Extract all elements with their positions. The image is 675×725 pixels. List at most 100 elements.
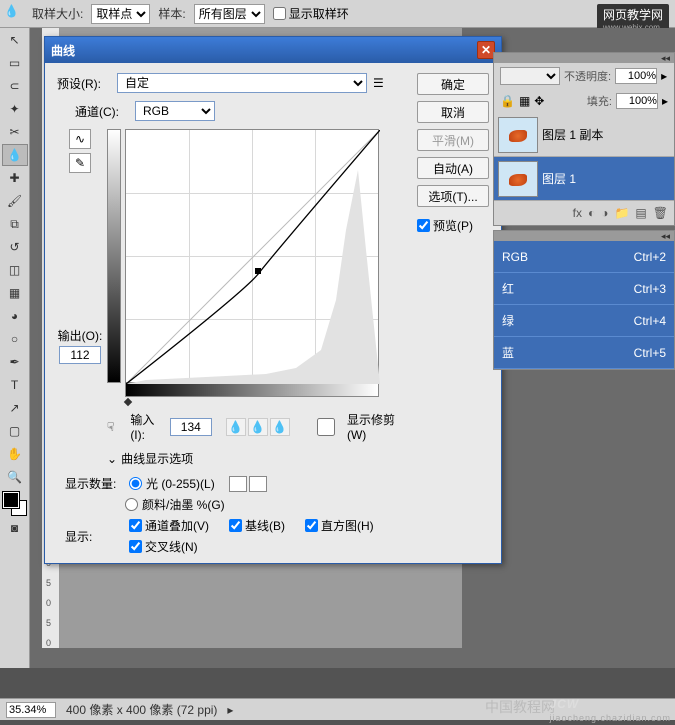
zoom-field[interactable]	[6, 702, 56, 718]
layer-item[interactable]: 图层 1 副本	[494, 113, 674, 157]
curve-mode-draw-icon[interactable]: ✎	[69, 153, 91, 173]
channel-item-green[interactable]: 绿 Ctrl+4	[494, 305, 674, 337]
layer-thumbnail[interactable]	[498, 117, 538, 153]
layer-thumbnail[interactable]	[498, 161, 538, 197]
panel-collapse-icon[interactable]: ◂◂	[661, 231, 670, 242]
color-swatches[interactable]	[3, 492, 27, 516]
path-tool[interactable]: ↗	[2, 397, 28, 419]
show-ring-label: 显示取样环	[289, 5, 349, 22]
sample-select[interactable]: 所有图层	[194, 4, 265, 24]
fill-label: 填充:	[587, 93, 612, 109]
display-qty-label: 显示数量:	[65, 475, 125, 492]
finger-icon[interactable]: ☟	[107, 420, 124, 434]
lock-pixels-icon[interactable]: ▦	[519, 94, 530, 108]
move-tool[interactable]: ↖	[2, 29, 28, 51]
ok-button[interactable]: 确定	[417, 73, 489, 95]
doc-info-arrow-icon[interactable]: ▸	[227, 703, 233, 717]
eyedropper-tool[interactable]: 💧	[2, 144, 28, 166]
quickmask-tool[interactable]: ◙	[2, 517, 28, 539]
opacity-label: 不透明度:	[564, 68, 611, 84]
curves-dialog: 曲线 ✕ 预设(R): 自定 ☰ 通道(C): RGB ∿ ✎ 输出(O):	[44, 36, 502, 564]
mask-icon[interactable]: ◐	[588, 206, 595, 220]
opacity-arrow-icon[interactable]: ▸	[661, 69, 667, 83]
watermark-center: 中国教程网	[485, 697, 555, 717]
channel-item-blue[interactable]: 蓝 Ctrl+5	[494, 337, 674, 369]
panel-collapse-icon[interactable]: ◂◂	[661, 53, 670, 64]
layer-item[interactable]: 图层 1	[494, 157, 674, 201]
shape-tool[interactable]: ▢	[2, 420, 28, 442]
dialog-titlebar[interactable]: 曲线 ✕	[45, 37, 501, 63]
options-bar: 💧 取样大小: 取样点 样本: 所有图层 显示取样环	[0, 0, 675, 28]
smooth-button[interactable]: 平滑(M)	[417, 129, 489, 151]
adjustment-icon[interactable]: ◑	[601, 206, 608, 220]
fill-field[interactable]	[616, 93, 658, 109]
preset-label: 预设(R):	[57, 75, 111, 92]
grid-small-icon[interactable]	[229, 476, 247, 492]
stamp-tool[interactable]: ⧉	[2, 213, 28, 235]
fill-arrow-icon[interactable]: ▸	[662, 94, 668, 108]
lock-icon[interactable]: 🔒	[500, 94, 515, 108]
light-radio[interactable]	[129, 477, 142, 490]
cancel-button[interactable]: 取消	[417, 101, 489, 123]
curve-grid[interactable]	[125, 129, 379, 383]
channel-item-rgb[interactable]: RGB Ctrl+2	[494, 241, 674, 273]
input-field[interactable]	[170, 418, 212, 436]
hand-tool[interactable]: ✋	[2, 443, 28, 465]
white-eyedropper-icon[interactable]: 💧	[270, 418, 290, 436]
black-point-slider[interactable]	[124, 398, 132, 406]
blend-mode-select[interactable]	[500, 67, 560, 85]
ink-radio[interactable]	[125, 498, 138, 511]
intersection-checkbox[interactable]	[129, 540, 142, 553]
marquee-tool[interactable]: ▭	[2, 52, 28, 74]
channel-overlay-checkbox[interactable]	[129, 519, 142, 532]
new-layer-icon[interactable]: ▤	[635, 206, 646, 220]
show-ring-checkbox[interactable]	[273, 7, 286, 20]
crop-tool[interactable]: ✂	[2, 121, 28, 143]
curve-handle[interactable]	[255, 268, 261, 274]
zoom-tool[interactable]: 🔍	[2, 466, 28, 488]
baseline-checkbox[interactable]	[229, 519, 242, 532]
channel-item-red[interactable]: 红 Ctrl+3	[494, 273, 674, 305]
eraser-tool[interactable]: ◫	[2, 259, 28, 281]
type-tool[interactable]: T	[2, 374, 28, 396]
channel-select[interactable]: RGB	[135, 101, 215, 121]
black-eyedropper-icon[interactable]: 💧	[226, 418, 246, 436]
gradient-tool[interactable]: ▦	[2, 282, 28, 304]
sample-size-label: 取样大小:	[32, 5, 83, 22]
options-button[interactable]: 选项(T)...	[417, 185, 489, 207]
ink-label: 颜料/油墨 %(G)	[142, 496, 225, 513]
trash-icon[interactable]: 🗑	[653, 206, 668, 220]
history-brush-tool[interactable]: ↺	[2, 236, 28, 258]
preview-checkbox[interactable]	[417, 219, 430, 232]
output-field[interactable]	[59, 346, 101, 364]
show-clipping-checkbox[interactable]	[308, 418, 344, 436]
preset-select[interactable]: 自定	[117, 73, 367, 93]
lasso-tool[interactable]: ⊂	[2, 75, 28, 97]
gray-eyedropper-icon[interactable]: 💧	[248, 418, 268, 436]
histogram-checkbox[interactable]	[305, 519, 318, 532]
sample-size-select[interactable]: 取样点	[91, 4, 150, 24]
heal-tool[interactable]: ✚	[2, 167, 28, 189]
fg-color-swatch[interactable]	[3, 492, 19, 508]
input-gradient	[125, 383, 379, 397]
fx-icon[interactable]: fx	[573, 206, 582, 220]
dodge-tool[interactable]: ○	[2, 328, 28, 350]
channel-label: 通道(C):	[75, 103, 129, 120]
lock-position-icon[interactable]: ✥	[534, 94, 544, 108]
collapse-icon[interactable]: ⌄	[107, 452, 117, 466]
grid-large-icon[interactable]	[249, 476, 267, 492]
folder-icon[interactable]: 📁	[614, 206, 629, 220]
opacity-field[interactable]	[615, 68, 657, 84]
preset-menu-icon[interactable]: ☰	[373, 76, 384, 90]
doc-info: 400 像素 x 400 像素 (72 ppi)	[66, 701, 217, 718]
layer-name: 图层 1	[542, 170, 576, 187]
auto-button[interactable]: 自动(A)	[417, 157, 489, 179]
blur-tool[interactable]: ◕	[2, 305, 28, 327]
sample-label: 样本:	[158, 5, 185, 22]
eyedropper-icon: 💧	[4, 4, 24, 24]
watermark-bottom: JCW jiaocheng.chazidian.com	[549, 692, 671, 723]
curve-mode-point-icon[interactable]: ∿	[69, 129, 91, 149]
wand-tool[interactable]: ✦	[2, 98, 28, 120]
pen-tool[interactable]: ✒	[2, 351, 28, 373]
brush-tool[interactable]: 🖌	[2, 190, 28, 212]
